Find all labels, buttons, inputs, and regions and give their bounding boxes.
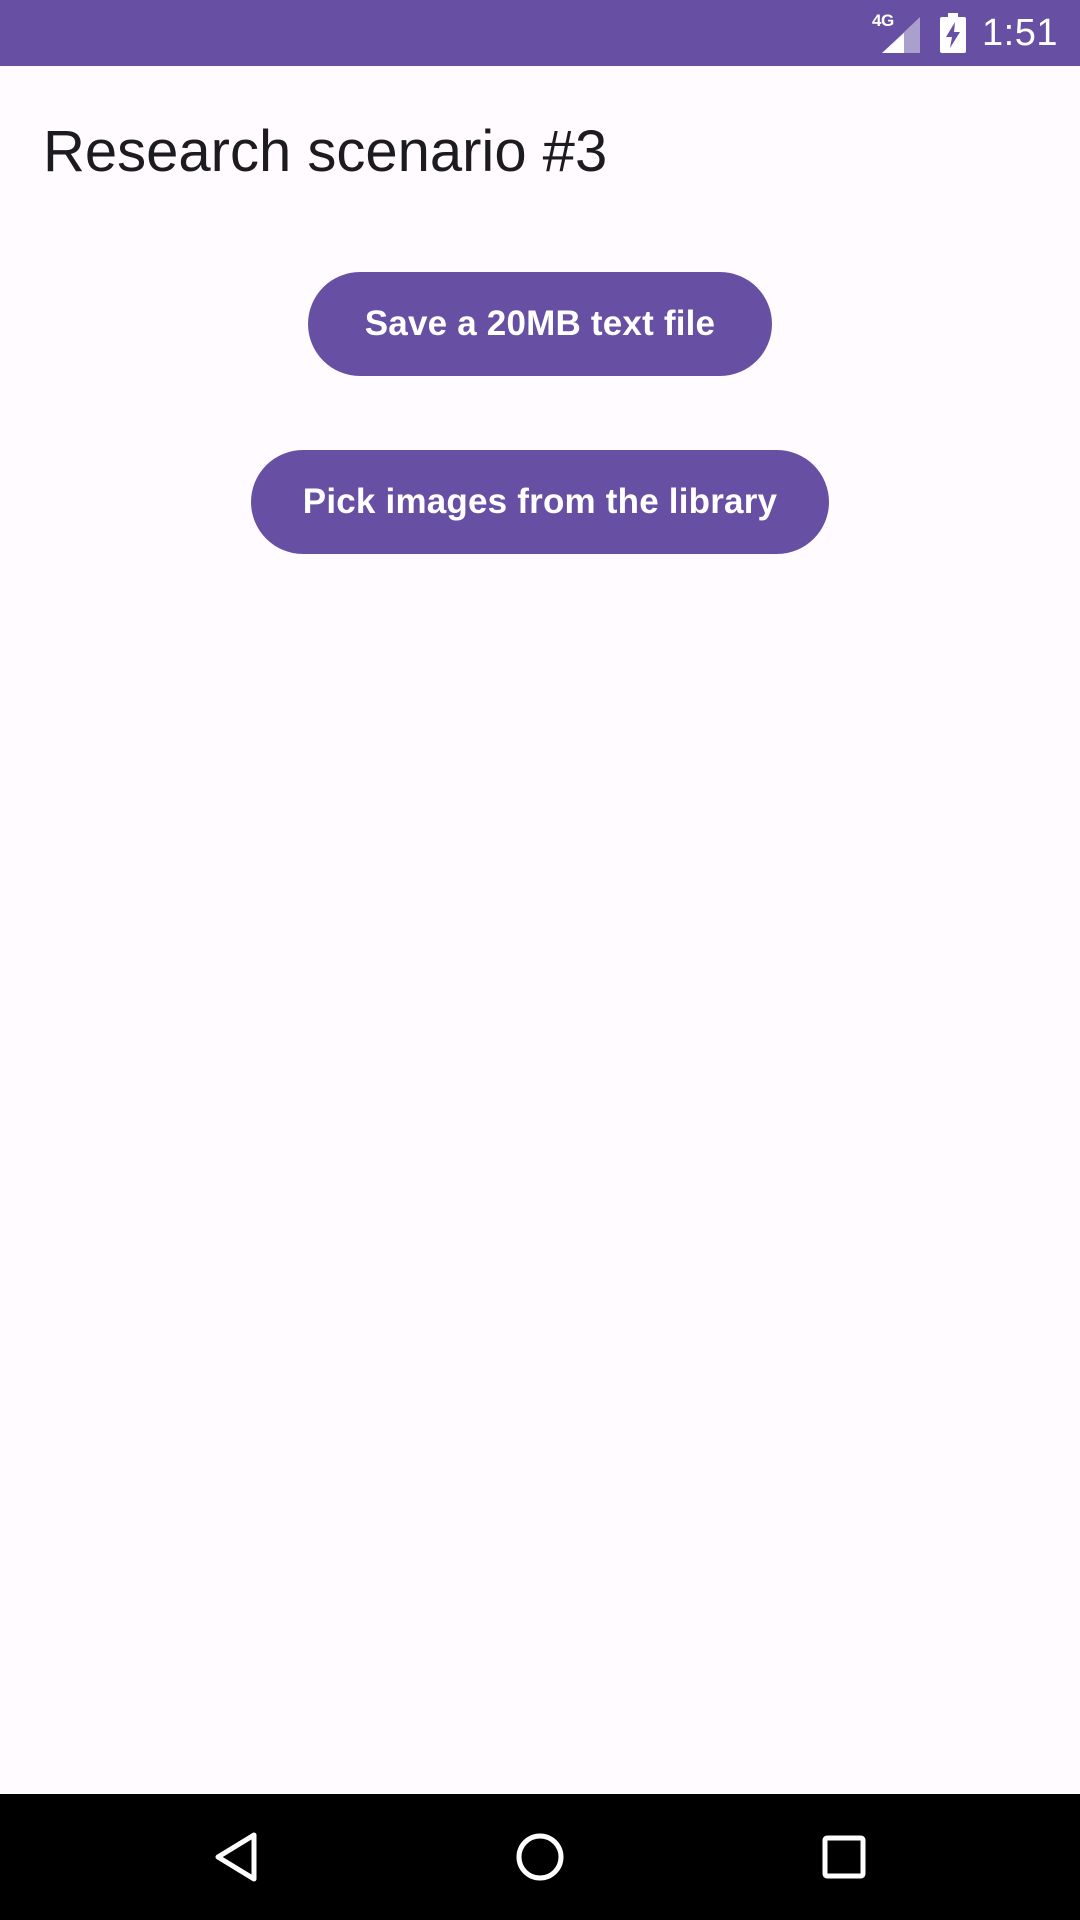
status-time: 1:51 [982,11,1058,54]
navigation-bar [0,1794,1080,1920]
battery-charging-icon [940,13,967,53]
home-button[interactable] [480,1794,600,1920]
pick-images-button[interactable]: Pick images from the library [251,450,829,554]
status-bar: 4G 1:51 [0,0,1080,66]
page-title: Research scenario #3 [43,119,608,184]
back-icon [215,1832,257,1882]
back-button[interactable] [176,1794,296,1920]
status-icons: 4G 1:51 [872,0,1058,66]
save-text-file-button[interactable]: Save a 20MB text file [308,272,772,376]
recents-icon [822,1835,866,1879]
home-icon [516,1833,564,1881]
cellular-signal-icon: 4G [872,11,921,53]
recents-button[interactable] [784,1794,904,1920]
